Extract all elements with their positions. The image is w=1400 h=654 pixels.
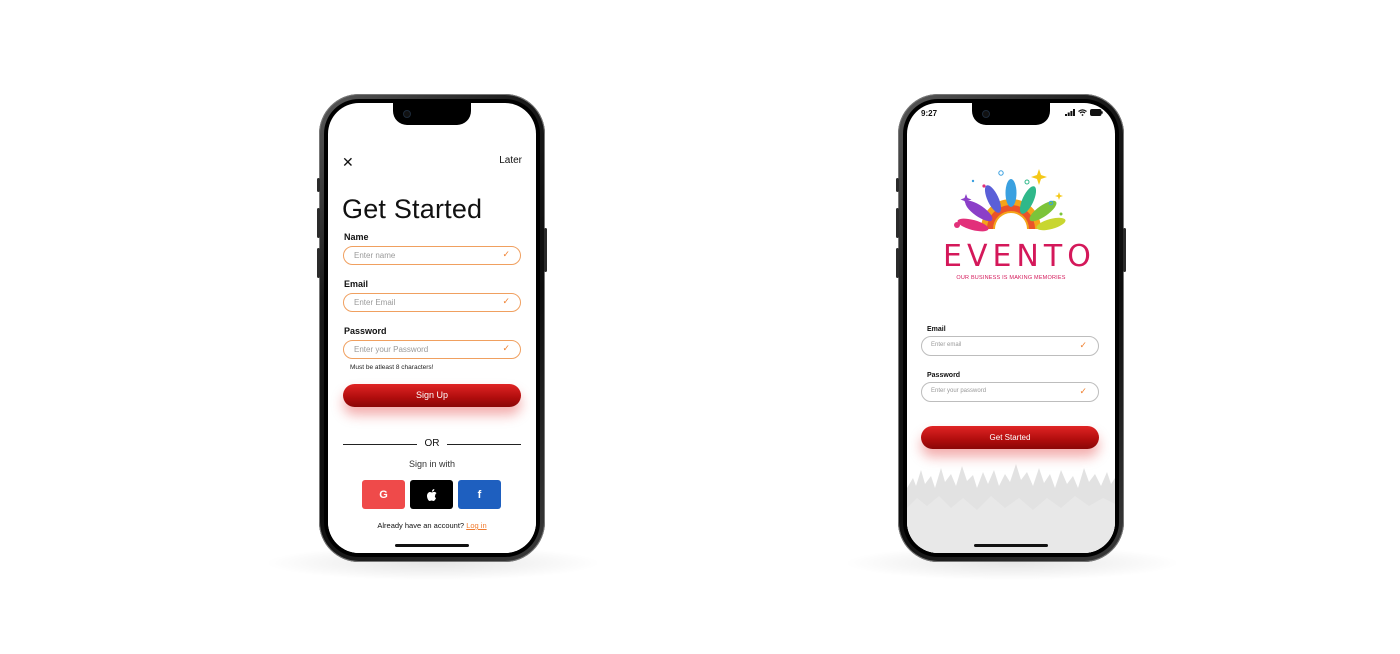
email-label: Email — [344, 279, 369, 289]
apple-button[interactable] — [410, 480, 453, 509]
signup-sheet: ✕ Later Get Started Name Enter name ✓ Em… — [328, 139, 536, 553]
login-screen: 9:27 EVENTO OUR BUSINESS IS MAKING MEMOR… — [907, 103, 1115, 553]
battery-icon — [509, 111, 522, 118]
volume-up-button — [317, 208, 320, 238]
battery-icon — [1090, 109, 1103, 116]
mute-switch — [317, 178, 320, 192]
name-placeholder: Enter name — [354, 251, 396, 260]
get-started-button[interactable]: Get Started — [921, 426, 1099, 449]
password-field[interactable]: Enter your Password ✓ — [343, 340, 521, 359]
facebook-icon: f — [477, 488, 482, 501]
check-icon: ✓ — [1079, 340, 1087, 350]
divider-line — [447, 444, 521, 445]
or-divider: OR — [343, 438, 521, 450]
volume-up-button — [896, 208, 899, 238]
email-label: Email — [927, 326, 946, 333]
login-prompt: Already have an account? Log in — [328, 521, 536, 530]
crowd-silhouette — [907, 464, 1115, 553]
or-label: OR — [424, 438, 440, 449]
password-label: Password — [927, 372, 961, 379]
phone-signup: 9:41 ✕ Later Get Started Name Enter name… — [317, 94, 547, 562]
check-icon: ✓ — [1079, 386, 1087, 396]
logo-burst-icon — [954, 169, 1066, 232]
check-icon: ✓ — [502, 343, 510, 353]
page-title: Get Started — [342, 194, 483, 224]
sign-up-button[interactable]: Sign Up — [343, 384, 521, 407]
email-placeholder: Enter Email — [354, 298, 396, 307]
home-indicator[interactable] — [395, 544, 469, 547]
brand-tagline: OUR BUSINESS IS MAKING MEMORIES — [956, 275, 1066, 281]
google-icon: G — [379, 488, 388, 501]
power-button — [544, 228, 547, 272]
password-hint: Must be atleast 8 characters! — [350, 364, 434, 371]
already-text: Already have an account? — [377, 521, 465, 530]
password-placeholder: Enter your password — [931, 388, 987, 394]
name-label: Name — [344, 232, 369, 242]
password-label: Password — [344, 326, 387, 336]
volume-down-button — [896, 248, 899, 278]
apple-icon — [426, 488, 436, 501]
volume-down-button — [317, 248, 320, 278]
camera — [403, 110, 411, 118]
facebook-button[interactable]: f — [458, 480, 501, 509]
wifi-icon — [1078, 109, 1087, 116]
status-icons — [484, 111, 522, 118]
power-button — [1123, 228, 1126, 272]
check-icon: ✓ — [502, 296, 510, 306]
signal-icon — [1065, 109, 1075, 116]
wifi-icon — [497, 111, 506, 118]
email-placeholder: Enter email — [931, 342, 962, 348]
phone-login: 9:27 EVENTO OUR BUSINESS IS MAKING MEMOR… — [896, 94, 1126, 562]
name-field[interactable]: Enter name ✓ — [343, 246, 521, 265]
password-field[interactable]: Enter your password ✓ — [921, 382, 1099, 402]
brand-name: EVENTO — [943, 239, 1096, 274]
email-field[interactable]: Enter email ✓ — [921, 336, 1099, 356]
mute-switch — [896, 178, 899, 192]
close-icon[interactable]: ✕ — [342, 154, 354, 171]
status-time: 9:27 — [921, 109, 938, 118]
check-icon: ✓ — [502, 249, 510, 259]
later-button[interactable]: Later — [499, 155, 522, 166]
signup-screen: 9:41 ✕ Later Get Started Name Enter name… — [328, 103, 536, 553]
password-placeholder: Enter your Password — [354, 345, 429, 354]
home-indicator[interactable] — [974, 544, 1048, 547]
email-field[interactable]: Enter Email ✓ — [343, 293, 521, 312]
evento-logo: EVENTO OUR BUSINESS IS MAKING MEMORIES — [943, 167, 1096, 287]
status-time: 9:41 — [346, 111, 363, 120]
status-icons — [1065, 109, 1103, 116]
signal-icon — [484, 111, 494, 118]
divider-line — [343, 444, 417, 445]
sign-in-with-label: Sign in with — [408, 459, 456, 469]
camera — [982, 110, 990, 118]
google-button[interactable]: G — [362, 480, 405, 509]
notch — [393, 103, 471, 125]
login-link[interactable]: Log in — [466, 521, 486, 530]
notch — [972, 103, 1050, 125]
